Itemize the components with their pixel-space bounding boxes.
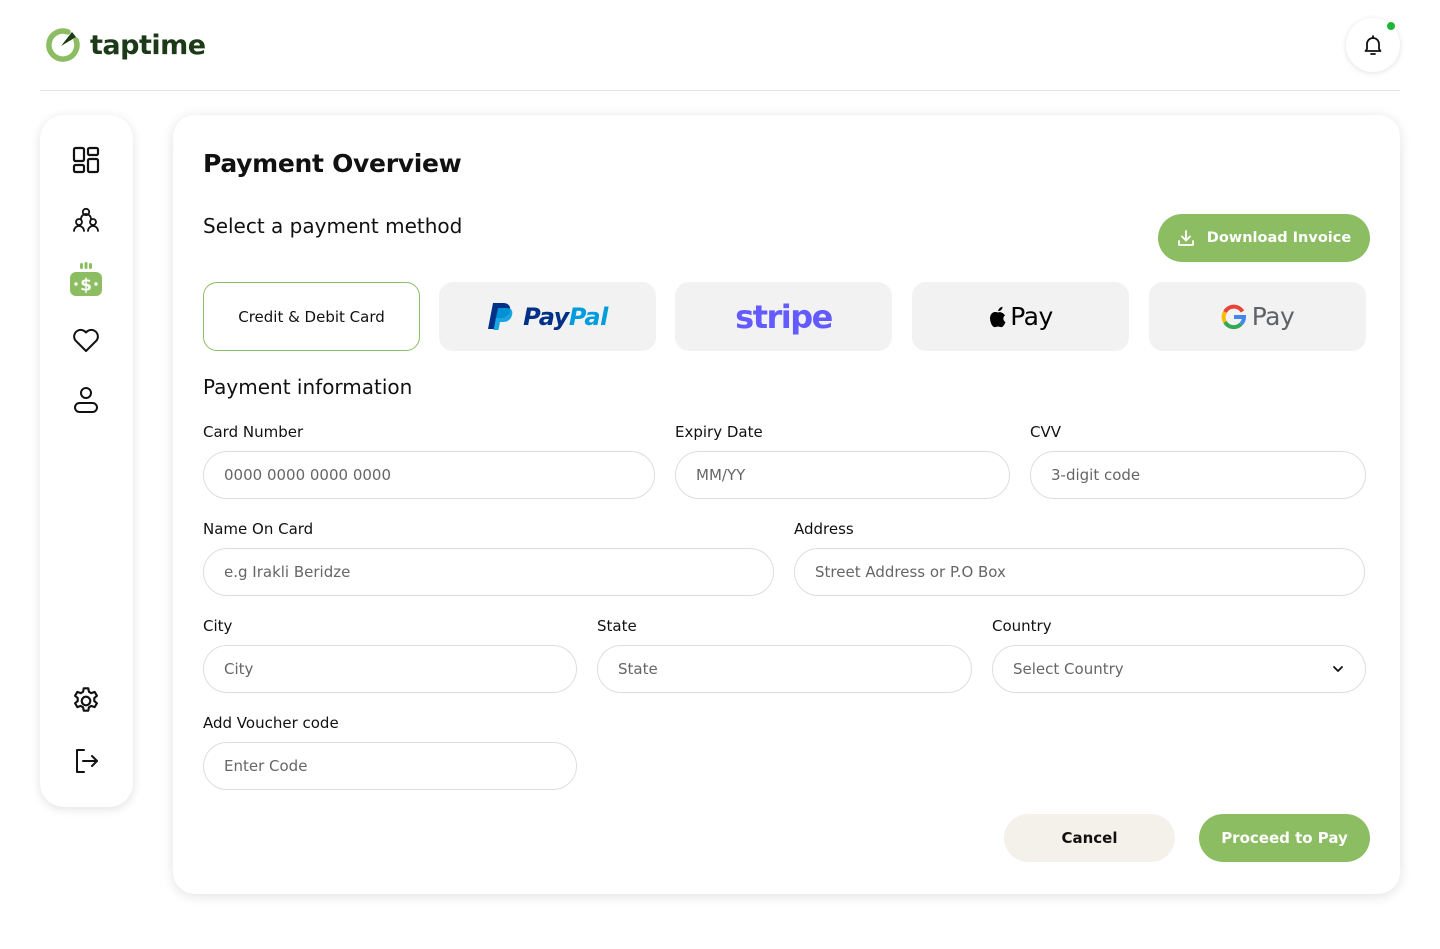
cvv-input[interactable] (1030, 451, 1366, 499)
google-logo-icon (1221, 304, 1246, 329)
method-google-pay[interactable]: Pay (1149, 282, 1366, 351)
name-on-card-label: Name On Card (203, 520, 314, 538)
cancel-button[interactable]: Cancel (1004, 814, 1175, 862)
download-invoice-button[interactable]: Download Invoice (1158, 214, 1370, 262)
expiry-input[interactable] (675, 451, 1010, 499)
method-google-pay-label: Pay (1251, 302, 1295, 331)
sidebar-item-logout[interactable] (69, 744, 103, 778)
method-card-label: Credit & Debit Card (238, 307, 385, 326)
proceed-to-pay-button[interactable]: Proceed to Pay (1199, 814, 1370, 862)
sidebar-item-settings[interactable] (69, 684, 103, 718)
download-icon (1177, 230, 1194, 246)
payment-card: Payment Overview Select a payment method… (173, 115, 1400, 894)
card-number-input[interactable] (203, 451, 655, 499)
country-label: Country (992, 617, 1052, 635)
name-on-card-input[interactable] (203, 548, 774, 596)
app-logo[interactable]: taptime (44, 26, 206, 64)
country-select[interactable]: Select Country (992, 645, 1366, 693)
method-card[interactable]: Credit & Debit Card (203, 282, 420, 351)
sidebar: $ (40, 115, 133, 807)
heart-icon (73, 328, 99, 352)
svg-text:$: $ (80, 276, 92, 296)
state-input[interactable] (597, 645, 972, 693)
apple-logo-icon (990, 306, 1006, 327)
city-label: City (203, 617, 233, 635)
cvv-label: CVV (1030, 423, 1061, 441)
page-title: Payment Overview (203, 149, 462, 178)
state-label: State (597, 617, 637, 635)
sidebar-item-team[interactable] (69, 203, 103, 237)
voucher-input[interactable] (203, 742, 577, 790)
city-input[interactable] (203, 645, 577, 693)
money-icon: $ (70, 262, 102, 296)
chevron-down-icon (1333, 666, 1343, 672)
method-stripe[interactable]: stripe (675, 282, 892, 351)
method-apple-pay-label: Pay (1010, 302, 1053, 331)
sidebar-item-dashboard[interactable] (69, 143, 103, 177)
taptime-logo-icon (46, 28, 80, 62)
method-paypal[interactable]: PayPal (439, 282, 656, 351)
notifications-button[interactable] (1346, 18, 1400, 72)
top-header: taptime (40, 0, 1400, 91)
logout-icon (76, 749, 98, 773)
method-paypal-label: PayPal (523, 302, 608, 331)
app-name: taptime (90, 29, 206, 61)
users-group-icon (73, 207, 99, 232)
sidebar-item-payments[interactable]: $ (69, 262, 103, 297)
bell-icon (1364, 35, 1382, 55)
expiry-label: Expiry Date (675, 423, 763, 441)
notification-dot (1386, 21, 1396, 31)
info-heading: Payment information (203, 375, 413, 399)
address-input[interactable] (794, 548, 1365, 596)
method-heading: Select a payment method (203, 214, 463, 238)
sidebar-item-favorites[interactable] (69, 323, 103, 357)
address-label: Address (794, 520, 854, 538)
download-invoice-label: Download Invoice (1206, 230, 1352, 246)
method-apple-pay[interactable]: Pay (912, 282, 1129, 351)
country-select-value: Select Country (1013, 660, 1124, 678)
sidebar-item-profile[interactable] (69, 383, 103, 417)
gear-icon (74, 687, 98, 712)
user-icon (74, 387, 98, 413)
voucher-label: Add Voucher code (203, 714, 339, 732)
method-stripe-label: stripe (735, 297, 833, 336)
dashboard-grid-icon (72, 146, 100, 174)
paypal-logo-icon (488, 302, 513, 330)
card-number-label: Card Number (203, 423, 304, 441)
